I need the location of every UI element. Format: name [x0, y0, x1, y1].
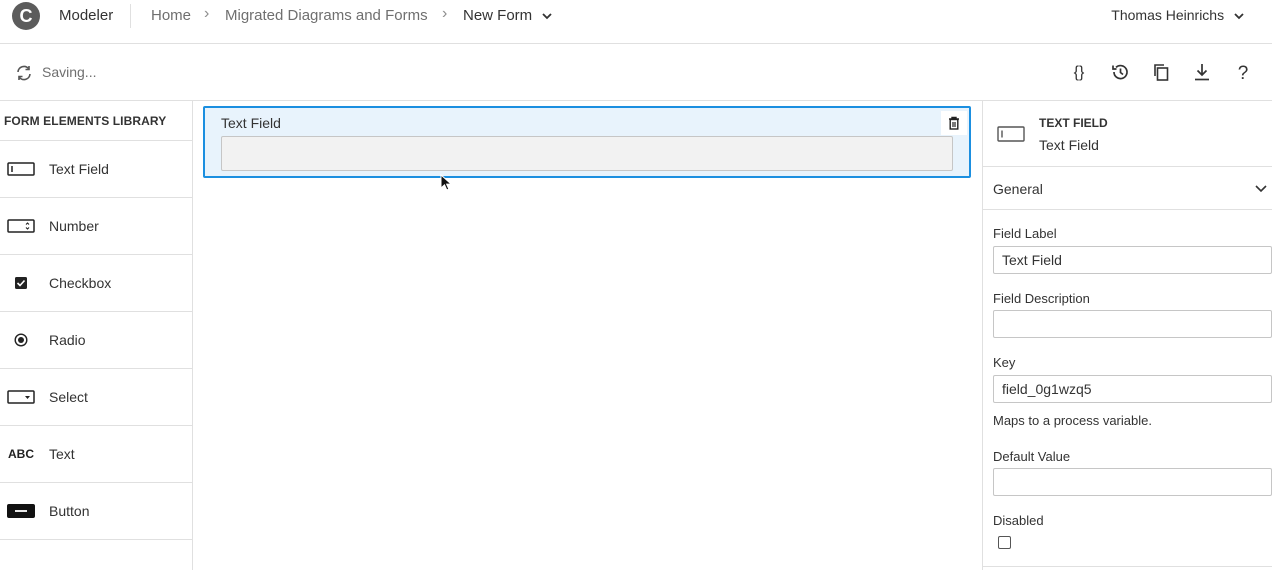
user-name: Thomas Heinrichs	[1111, 7, 1225, 23]
toolbar: Saving... {} ?	[0, 44, 1272, 101]
svg-text:{}: {}	[1074, 64, 1085, 81]
chevron-down-icon	[542, 12, 552, 19]
divider	[130, 4, 131, 28]
chevron-down-icon	[1234, 13, 1244, 20]
library-item-textfield[interactable]: Text Field	[0, 141, 192, 198]
library-item-text[interactable]: ABC Text	[0, 426, 192, 483]
breadcrumb-separator: ›	[204, 5, 210, 22]
top-bar: C Modeler Home › Migrated Diagrams and F…	[0, 0, 1272, 44]
library-title: FORM ELEMENTS LIBRARY	[0, 101, 192, 141]
checkbox-icon	[7, 275, 35, 291]
json-view-button[interactable]: {}	[1066, 59, 1092, 85]
number-icon	[7, 218, 35, 234]
save-status: Saving...	[42, 64, 97, 80]
key-label: Key	[993, 355, 1016, 370]
text-icon: ABC	[8, 447, 34, 461]
copy-icon	[1154, 64, 1169, 81]
delete-field-button[interactable]	[941, 111, 967, 135]
breadcrumb-separator: ›	[442, 5, 448, 22]
library-item-label: Checkbox	[49, 275, 112, 291]
library-item-label: Text	[49, 446, 75, 462]
library-item-number[interactable]: Number	[0, 198, 192, 255]
field-label-input[interactable]	[993, 246, 1272, 274]
properties-panel: TEXT FIELD Text Field General Field Labe…	[982, 101, 1272, 570]
library-item-label: Radio	[49, 332, 86, 348]
breadcrumb-current[interactable]: New Form	[463, 7, 552, 24]
divider	[983, 566, 1272, 567]
mouse-cursor-icon	[440, 174, 452, 191]
field-description-input[interactable]	[993, 310, 1272, 338]
group-title: General	[993, 181, 1043, 197]
library-item-label: Select	[49, 389, 88, 405]
default-value-label: Default Value	[993, 449, 1071, 464]
library-item-checkbox[interactable]: Checkbox	[0, 255, 192, 312]
breadcrumb-folder[interactable]: Migrated Diagrams and Forms	[225, 7, 428, 24]
breadcrumb-home[interactable]: Home	[151, 7, 191, 24]
field-input-preview	[221, 136, 953, 171]
properties-element-type: TEXT FIELD	[1039, 116, 1108, 130]
breadcrumb-current-label: New Form	[463, 7, 533, 24]
properties-header: TEXT FIELD Text Field	[983, 101, 1272, 167]
disabled-label: Disabled	[993, 513, 1044, 528]
radio-icon	[7, 332, 35, 348]
help-button[interactable]: ?	[1230, 59, 1256, 85]
user-menu[interactable]: Thomas Heinrichs	[1111, 7, 1244, 23]
form-canvas[interactable]: Text Field	[193, 101, 982, 570]
history-button[interactable]	[1107, 59, 1133, 85]
chevron-down-icon	[1255, 185, 1267, 193]
library-item-button[interactable]: Button	[0, 483, 192, 540]
field-label-label: Field Label	[993, 226, 1057, 241]
download-button[interactable]	[1189, 59, 1215, 85]
library-item-label: Number	[49, 218, 99, 234]
trash-icon	[949, 116, 959, 130]
general-group-toggle[interactable]: General	[983, 167, 1272, 210]
library-item-label: Button	[49, 503, 90, 519]
select-icon	[7, 389, 35, 405]
field-description-label: Field Description	[993, 291, 1090, 306]
download-icon	[1195, 64, 1209, 81]
field-label: Text Field	[221, 115, 281, 131]
key-input[interactable]	[993, 375, 1272, 403]
library-item-select[interactable]: Select	[0, 369, 192, 426]
textfield-icon	[7, 161, 35, 177]
properties-element-name: Text Field	[1039, 137, 1099, 153]
form-elements-library: FORM ELEMENTS LIBRARY Text Field Number …	[0, 101, 193, 570]
selected-form-field[interactable]: Text Field	[203, 106, 971, 178]
sync-icon	[17, 65, 31, 81]
app-logo[interactable]: C	[12, 2, 40, 30]
copy-button[interactable]	[1148, 59, 1174, 85]
svg-text:?: ?	[1238, 63, 1249, 82]
disabled-checkbox[interactable]	[998, 536, 1011, 549]
key-hint: Maps to a process variable.	[993, 413, 1152, 428]
textfield-icon	[997, 126, 1025, 142]
help-icon: ?	[1238, 63, 1249, 82]
app-name[interactable]: Modeler	[59, 7, 113, 24]
history-icon	[1112, 64, 1128, 80]
library-item-label: Text Field	[49, 161, 109, 177]
library-item-radio[interactable]: Radio	[0, 312, 192, 369]
default-value-input[interactable]	[993, 468, 1272, 496]
json-icon: {}	[1074, 64, 1085, 81]
button-icon	[7, 503, 35, 519]
